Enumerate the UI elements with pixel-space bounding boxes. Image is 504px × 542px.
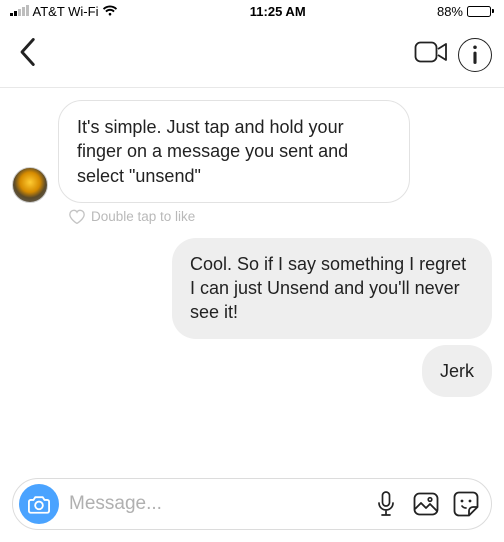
video-call-button[interactable] [414,39,448,70]
composer-area [0,478,504,530]
sticker-icon [453,491,479,517]
info-icon [471,45,479,65]
status-left: AT&T Wi-Fi [10,4,118,19]
carrier-label: AT&T Wi-Fi [33,4,99,19]
sticker-button[interactable] [451,491,481,517]
messages-pane[interactable]: It's simple. Just tap and hold your fing… [0,88,504,409]
battery-icon [467,6,494,17]
nav-bar [0,22,504,88]
message-row-incoming[interactable]: It's simple. Just tap and hold your fing… [12,100,492,203]
camera-icon [28,495,50,514]
heart-icon [68,209,85,224]
like-hint-text: Double tap to like [91,209,195,224]
avatar[interactable] [12,167,48,203]
mic-button[interactable] [371,491,401,517]
gallery-button[interactable] [411,492,441,516]
signal-icon [10,6,29,16]
status-right: 88% [437,4,494,19]
chevron-left-icon [16,37,38,67]
gallery-icon [413,492,439,516]
status-time: 11:25 AM [250,4,306,19]
composer [12,478,492,530]
message-bubble-outgoing[interactable]: Jerk [422,345,492,397]
info-button[interactable] [458,38,492,72]
message-bubble-incoming[interactable]: It's simple. Just tap and hold your fing… [58,100,410,203]
camera-button[interactable] [19,484,59,524]
mic-icon [377,491,395,517]
wifi-icon [102,5,118,17]
video-icon [414,39,448,65]
status-bar: AT&T Wi-Fi 11:25 AM 88% [0,0,504,22]
message-bubble-outgoing[interactable]: Cool. So if I say something I regret I c… [172,238,492,339]
battery-pct: 88% [437,4,463,19]
message-input[interactable] [69,493,361,515]
like-hint: Double tap to like [68,209,492,224]
back-button[interactable] [16,37,38,72]
message-row-outgoing[interactable]: Jerk [12,345,492,397]
message-row-outgoing[interactable]: Cool. So if I say something I regret I c… [12,238,492,339]
